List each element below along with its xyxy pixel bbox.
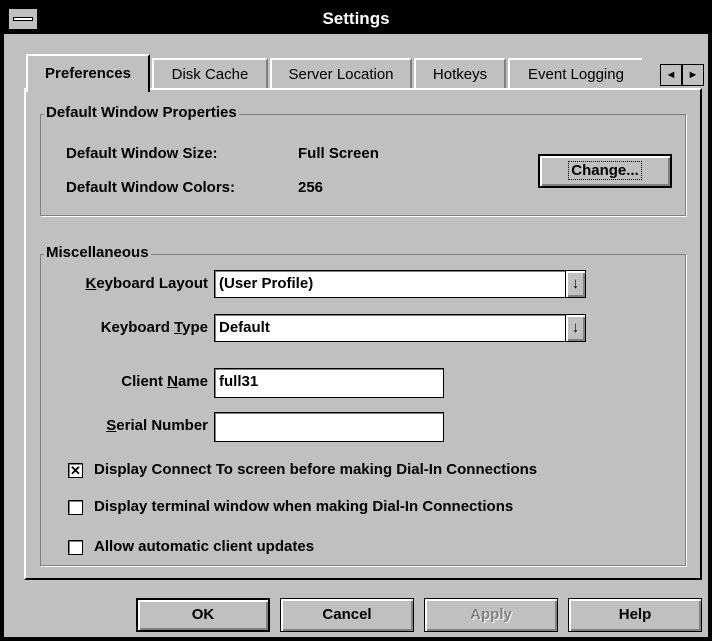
client-name-mnemonic: N [167, 373, 178, 390]
keyboard-type-mnemonic: T [174, 319, 183, 336]
keyboard-layout-dropdown-icon[interactable]: ↓ [565, 271, 585, 297]
miscellaneous-legend: Miscellaneous [44, 244, 151, 262]
change-button[interactable]: Change... [538, 154, 672, 188]
miscellaneous-group [40, 254, 686, 566]
keyboard-type-label: Keyboard Type [50, 318, 208, 338]
allow-updates-checkbox[interactable] [68, 540, 83, 555]
client-name-input[interactable]: full31 [214, 368, 444, 398]
tab-disk-cache[interactable]: Disk Cache [152, 58, 268, 90]
tab-server-location[interactable]: Server Location [270, 58, 412, 90]
client-name-label-pre: Client [121, 373, 168, 390]
display-connect-checkbox[interactable]: ✕ [68, 463, 83, 478]
keyboard-layout-label-rest: eyboard Layout [96, 275, 208, 292]
display-connect-label[interactable]: Display Connect To screen before making … [94, 460, 537, 480]
change-button-label: Change... [568, 161, 642, 180]
ok-button[interactable]: OK [136, 598, 270, 632]
default-window-colors-value: 256 [298, 179, 324, 196]
keyboard-layout-mnemonic: K [85, 275, 97, 292]
tab-preferences[interactable]: Preferences [26, 54, 150, 92]
serial-number-mnemonic: S [106, 417, 117, 434]
tab-scroll-left-icon[interactable]: ◄ [660, 64, 682, 86]
display-terminal-checkbox[interactable] [68, 500, 83, 515]
client-name-label-rest: ame [177, 373, 208, 390]
serial-number-input[interactable] [214, 412, 444, 442]
serial-number-label: Serial Number [50, 416, 208, 436]
keyboard-type-dropdown-icon[interactable]: ↓ [565, 315, 585, 341]
cancel-button[interactable]: Cancel [280, 598, 414, 632]
keyboard-type-label-pre: Keyboard [100, 319, 175, 336]
keyboard-type-select[interactable]: Default ↓ [214, 314, 586, 342]
checkmark-icon: ✕ [70, 463, 81, 478]
keyboard-layout-label: Keyboard Layout [50, 274, 208, 294]
keyboard-layout-value: (User Profile) [219, 275, 314, 292]
serial-number-label-rest: erial Number [116, 417, 208, 434]
keyboard-type-label-rest: ype [182, 319, 208, 336]
default-window-legend: Default Window Properties [44, 104, 239, 122]
client-name-label: Client Name [50, 372, 208, 392]
help-button[interactable]: Help [568, 598, 702, 632]
tab-hotkeys[interactable]: Hotkeys [414, 58, 506, 90]
allow-updates-label[interactable]: Allow automatic client updates [94, 537, 314, 557]
window-title: Settings [322, 9, 390, 28]
default-window-colors-label: Default Window Colors: [66, 179, 236, 196]
display-terminal-label[interactable]: Display terminal window when making Dial… [94, 497, 513, 517]
tab-event-logging[interactable]: Event Logging [508, 58, 642, 90]
default-window-size-label: Default Window Size: [66, 145, 218, 162]
tab-scroll-right-icon[interactable]: ► [682, 64, 704, 86]
apply-button[interactable]: Apply [424, 598, 558, 632]
keyboard-type-value: Default [219, 319, 270, 336]
keyboard-layout-select[interactable]: (User Profile) ↓ [214, 270, 586, 298]
default-window-size-value: Full Screen [298, 145, 379, 162]
